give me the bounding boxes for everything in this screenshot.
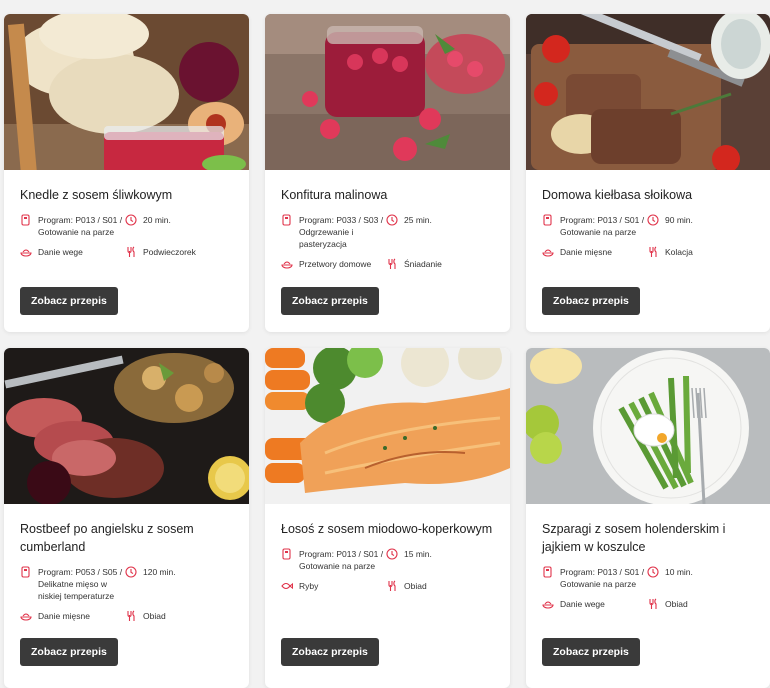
recipe-title[interactable]: Łosoś z sosem miodowo-koperkowym bbox=[281, 520, 494, 538]
time-text: 15 min. bbox=[404, 549, 432, 559]
view-recipe-button[interactable]: Zobacz przepis bbox=[281, 638, 379, 666]
cutlery-icon bbox=[649, 246, 657, 257]
meal-text: Kolacja bbox=[665, 247, 693, 257]
meal-text: Obiad bbox=[143, 611, 166, 621]
cutlery-icon bbox=[649, 598, 657, 609]
recipe-photo-roast-beef[interactable] bbox=[4, 348, 249, 504]
category-text: Danie mięsne bbox=[38, 611, 90, 621]
program-text: Program: P013 / S01 / Gotowanie na parze bbox=[560, 567, 645, 589]
clock-icon bbox=[125, 566, 137, 578]
recipe-card[interactable]: Rostbeef po angielsku z sosem cumberland… bbox=[4, 348, 249, 688]
category-text: Danie mięsne bbox=[560, 247, 612, 257]
recipe-photo-raspberry-jam[interactable] bbox=[265, 14, 510, 170]
clock-icon bbox=[647, 566, 659, 578]
clock-icon bbox=[386, 548, 398, 560]
recipe-photo-asparagus[interactable] bbox=[526, 348, 770, 504]
meal-text: Obiad bbox=[404, 581, 427, 591]
dish-icon bbox=[542, 601, 554, 609]
recipe-title[interactable]: Domowa kiełbasa słoikowa bbox=[542, 186, 754, 204]
recipe-photo-sausage[interactable] bbox=[526, 14, 770, 170]
clock-icon bbox=[125, 214, 137, 226]
program-text: Program: P013 / S01 / Gotowanie na parze bbox=[560, 215, 645, 237]
cooker-icon bbox=[21, 214, 30, 226]
recipe-card[interactable]: Łosoś z sosem miodowo-koperkowym Program… bbox=[265, 348, 510, 688]
cooker-icon bbox=[543, 566, 552, 578]
view-recipe-button[interactable]: Zobacz przepis bbox=[281, 287, 379, 315]
fish-icon bbox=[281, 582, 293, 590]
cooker-icon bbox=[282, 548, 291, 560]
clock-icon bbox=[647, 214, 659, 226]
time-text: 25 min. bbox=[404, 215, 432, 225]
time-text: 20 min. bbox=[143, 215, 171, 225]
cutlery-icon bbox=[388, 580, 396, 591]
category-text: Ryby bbox=[299, 581, 319, 591]
dish-icon bbox=[20, 613, 32, 621]
recipe-photo-dumplings[interactable] bbox=[4, 14, 249, 170]
recipe-card[interactable]: Konfitura malinowa Program: P033 / S03 /… bbox=[265, 14, 510, 332]
category-text: Danie wege bbox=[560, 599, 605, 609]
recipe-photo-salmon[interactable] bbox=[265, 348, 510, 504]
view-recipe-button[interactable]: Zobacz przepis bbox=[20, 287, 118, 315]
dish-icon bbox=[542, 249, 554, 257]
cooker-icon bbox=[21, 566, 30, 578]
cooker-icon bbox=[282, 214, 291, 226]
view-recipe-button[interactable]: Zobacz przepis bbox=[542, 638, 640, 666]
recipe-title[interactable]: Konfitura malinowa bbox=[281, 186, 494, 204]
recipe-title[interactable]: Szparagi z sosem holenderskim i jajkiem … bbox=[542, 520, 754, 556]
program-text: Program: P013 / S01 / Gotowanie na parze bbox=[299, 549, 384, 571]
program-text: Program: P013 / S01 / Gotowanie na parze bbox=[38, 215, 123, 237]
meal-text: Podwieczorek bbox=[143, 247, 196, 257]
time-text: 10 min. bbox=[665, 567, 693, 577]
cutlery-icon bbox=[127, 610, 135, 621]
recipe-card[interactable]: Knedle z sosem śliwkowym Program: P013 /… bbox=[4, 14, 249, 332]
meal-text: Śniadanie bbox=[404, 259, 442, 269]
time-text: 120 min. bbox=[143, 567, 176, 577]
program-text: Program: P053 / S05 / Delikatne mięso w … bbox=[38, 567, 123, 601]
recipe-card[interactable]: Szparagi z sosem holenderskim i jajkiem … bbox=[526, 348, 770, 688]
time-text: 90 min. bbox=[665, 215, 693, 225]
cutlery-icon bbox=[388, 258, 396, 269]
view-recipe-button[interactable]: Zobacz przepis bbox=[20, 638, 118, 666]
recipe-card[interactable]: Domowa kiełbasa słoikowa Program: P013 /… bbox=[526, 14, 770, 332]
cooker-icon bbox=[543, 214, 552, 226]
view-recipe-button[interactable]: Zobacz przepis bbox=[542, 287, 640, 315]
program-text: Program: P033 / S03 / Odgrzewanie i past… bbox=[299, 215, 384, 249]
category-text: Danie wege bbox=[38, 247, 83, 257]
recipe-title[interactable]: Rostbeef po angielsku z sosem cumberland bbox=[20, 520, 233, 556]
cutlery-icon bbox=[127, 246, 135, 257]
recipe-title[interactable]: Knedle z sosem śliwkowym bbox=[20, 186, 233, 204]
meal-text: Obiad bbox=[665, 599, 688, 609]
dish-icon bbox=[20, 249, 32, 257]
category-text: Przetwory domowe bbox=[299, 259, 372, 269]
dish-icon bbox=[281, 261, 293, 269]
clock-icon bbox=[386, 214, 398, 226]
